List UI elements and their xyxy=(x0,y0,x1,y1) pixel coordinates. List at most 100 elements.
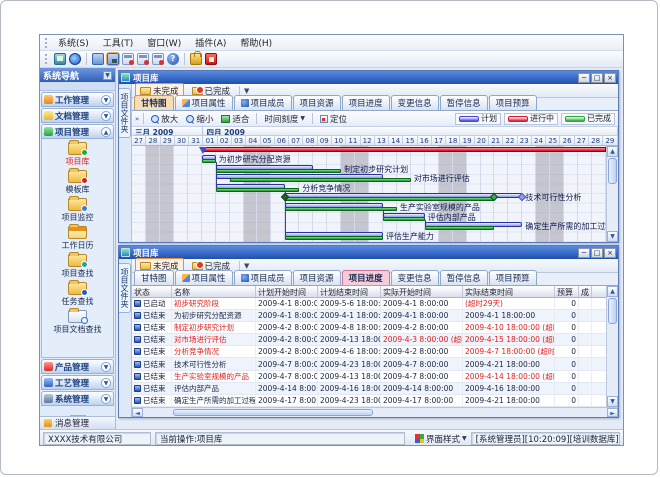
tab-甘特图[interactable]: 甘特图 xyxy=(134,270,174,285)
done-bar-确定生产所需的加工过程[interactable] xyxy=(425,226,495,230)
folder-save-icon[interactable] xyxy=(107,53,119,65)
done-bar-对市场进行评估[interactable] xyxy=(230,178,411,182)
scroll-down-icon[interactable]: ▼ xyxy=(607,231,618,242)
table-row[interactable]: 已结束评估内部产品2009-4-14 8:00:002009-4-16 18:0… xyxy=(132,383,606,395)
tab-项目资源[interactable]: 项目资源 xyxy=(293,270,341,285)
done-bar-分析竞争情况[interactable] xyxy=(216,188,300,192)
overflow-chevron-icon[interactable]: ▼ xyxy=(244,262,249,270)
tab-甘特图[interactable]: 甘特图 xyxy=(134,95,174,110)
scroll-up-icon[interactable]: ▲ xyxy=(607,286,618,297)
scroll-left-icon[interactable]: ◄ xyxy=(132,408,143,417)
project-folder-vertical-tab[interactable]: 项目文件夹 xyxy=(119,88,131,138)
sidebar-item-任务查找[interactable]: 任务查找 xyxy=(62,282,94,307)
tab-项目进度[interactable]: 项目进度 xyxy=(342,270,390,285)
scroll-down-icon[interactable]: ▼ xyxy=(607,396,618,407)
tab-项目成员[interactable]: 项目成员 xyxy=(234,95,292,110)
column-header-实际结束时间[interactable]: 实际结束时间 xyxy=(463,286,555,297)
tab-项目进度[interactable]: 项目进度 xyxy=(342,95,390,110)
menu-item[interactable]: 窗口(W) xyxy=(140,35,188,50)
sidebar-item-模板库[interactable]: 模板库 xyxy=(66,170,90,195)
close-icon[interactable]: × xyxy=(604,248,616,258)
ui-style-dropdown[interactable]: 界面样式 ▼ xyxy=(415,433,467,445)
table-row[interactable]: 已结束确定生产所需的加工过程2009-4-17 8:00:002009-4-23… xyxy=(132,395,606,407)
menu-item[interactable]: 帮助(H) xyxy=(233,35,279,50)
minimize-icon[interactable]: ─ xyxy=(578,73,590,83)
minimize-icon[interactable]: ─ xyxy=(578,248,590,258)
gantt-tool-放大[interactable]: 放大 xyxy=(148,112,181,126)
sidebar-item-工作日历[interactable]: 工作日历 xyxy=(62,226,94,251)
tab-项目预算[interactable]: 项目预算 xyxy=(489,270,537,285)
maximize-icon[interactable]: □ xyxy=(591,248,603,258)
table-row[interactable]: 已结束生产实验室规模的产品2009-4-7 8:00:002009-4-13 1… xyxy=(132,371,606,383)
folder-open-icon[interactable] xyxy=(92,53,104,65)
table-vertical-scrollbar[interactable]: ▲ ▼ xyxy=(606,286,618,407)
done-bar-生产实验室规模的产品[interactable] xyxy=(285,207,397,211)
sidebar-item-项目文档查找[interactable]: 项目文档查找 xyxy=(54,310,102,335)
chevron-down-icon[interactable]: ▼ xyxy=(101,362,111,372)
toolbar-overflow-icon[interactable]: » xyxy=(135,115,139,123)
gantt-tool-适合[interactable]: 适合 xyxy=(218,112,252,126)
done-bar-技术可行性分析[interactable] xyxy=(285,197,494,201)
column-header-实际开始时间[interactable]: 实际开始时间 xyxy=(381,286,463,297)
column-header-预算[interactable]: 预算 xyxy=(555,286,579,297)
tab-变更信息[interactable]: 变更信息 xyxy=(391,270,439,285)
window-refresh-icon[interactable] xyxy=(137,53,149,65)
tab-暂停信息[interactable]: 暂停信息 xyxy=(440,270,488,285)
pin-icon[interactable]: ▼ xyxy=(103,71,112,80)
system-monitor-icon[interactable] xyxy=(54,53,66,65)
project-folder-vertical-tab[interactable]: 项目文件夹 xyxy=(119,263,131,313)
scroll-right-icon[interactable]: ► xyxy=(607,408,618,417)
table-row[interactable]: 已启动初步研究阶段2009-4-1 8:00:002009-5-6 18:00:… xyxy=(132,298,606,310)
sidebar-item-项目库[interactable]: 项目库 xyxy=(66,142,90,167)
column-header-状态[interactable]: 状态 xyxy=(132,286,172,297)
table-row[interactable]: 已结束分析竞争情况2009-4-2 8:00:002009-4-6 18:00:… xyxy=(132,346,606,358)
lock-icon[interactable] xyxy=(190,53,202,65)
sidebar-group-工作管理[interactable]: 工作管理▼ xyxy=(41,92,114,107)
tab-项目属性[interactable]: 项目属性 xyxy=(175,95,233,110)
table-row[interactable]: 已结束技术可行性分析2009-4-7 8:00:002009-4-23 18:0… xyxy=(132,358,606,370)
chevron-down-icon[interactable]: ▼ xyxy=(101,378,111,388)
tab-项目成员[interactable]: 项目成员 xyxy=(234,270,292,285)
table-row[interactable]: 已结束为初步研究分配资源2009-4-1 8:00:002009-4-1 18:… xyxy=(132,310,606,322)
done-bar-制定初步研究计划[interactable] xyxy=(216,169,341,173)
sidebar-item-项目监控[interactable]: 项目监控 xyxy=(62,198,94,223)
sidebar-group-项目管理[interactable]: 项目管理▲ xyxy=(41,124,114,139)
summary-bar-初步研究阶段[interactable] xyxy=(202,147,606,152)
column-header-成[interactable]: 成 xyxy=(579,286,592,297)
menu-item[interactable]: 系统(S) xyxy=(51,35,96,50)
menu-gripper[interactable] xyxy=(45,38,48,48)
column-header-计划结束时间[interactable]: 计划结束时间 xyxy=(318,286,381,297)
sidebar-group-系统管理[interactable]: 系统管理▼ xyxy=(41,391,114,406)
gantt-tool-时间刻度[interactable]: 时间刻度▼ xyxy=(261,112,308,126)
menu-item[interactable]: 插件(A) xyxy=(188,35,233,50)
table-row[interactable]: 已结束对市场进行评估2009-4-2 8:00:002009-4-13 18:0… xyxy=(132,334,606,346)
sidebar-item-项目查找[interactable]: 项目查找 xyxy=(62,254,94,279)
tab-项目属性[interactable]: 项目属性 xyxy=(175,270,233,285)
globe-icon[interactable] xyxy=(69,53,81,65)
table-row[interactable]: 已结束制定初步研究计划2009-4-2 8:00:002009-4-8 18:0… xyxy=(132,322,606,334)
tab-项目资源[interactable]: 项目资源 xyxy=(293,95,341,110)
window-close-icon[interactable] xyxy=(152,53,164,65)
gantt-tool-定位[interactable]: 定位 xyxy=(317,112,350,126)
gantt-vertical-scrollbar[interactable]: ▲ ▼ xyxy=(606,146,618,242)
chevron-down-icon[interactable]: ▼ xyxy=(101,394,111,404)
sidebar-group-产品管理[interactable]: 产品管理▼ xyxy=(41,359,114,374)
menu-item[interactable]: 工具(T) xyxy=(96,35,141,50)
done-bar-评估生产能力[interactable] xyxy=(285,236,383,240)
scroll-thumb[interactable] xyxy=(608,298,617,324)
column-header-计划开始时间[interactable]: 计划开始时间 xyxy=(256,286,318,297)
table-horizontal-scrollbar[interactable]: ◄ ► xyxy=(132,407,618,417)
window-new-icon[interactable] xyxy=(122,53,134,65)
sidebar-group-工艺管理[interactable]: 工艺管理▼ xyxy=(41,375,114,390)
scroll-thumb[interactable] xyxy=(608,158,617,184)
done-bar-为初步研究分配资源[interactable] xyxy=(202,159,216,163)
help-icon[interactable]: ? xyxy=(167,53,179,65)
toolbar-gripper[interactable] xyxy=(45,54,48,64)
sidebar-tab-message-manage[interactable]: 消息管理 xyxy=(40,416,115,429)
tab-项目预算[interactable]: 项目预算 xyxy=(489,95,537,110)
chevron-up-icon[interactable]: ▲ xyxy=(101,127,111,137)
done-bar-评估内部产品[interactable] xyxy=(383,217,425,221)
exit-icon[interactable] xyxy=(205,53,217,65)
close-icon[interactable]: × xyxy=(604,73,616,83)
tab-暂停信息[interactable]: 暂停信息 xyxy=(440,95,488,110)
